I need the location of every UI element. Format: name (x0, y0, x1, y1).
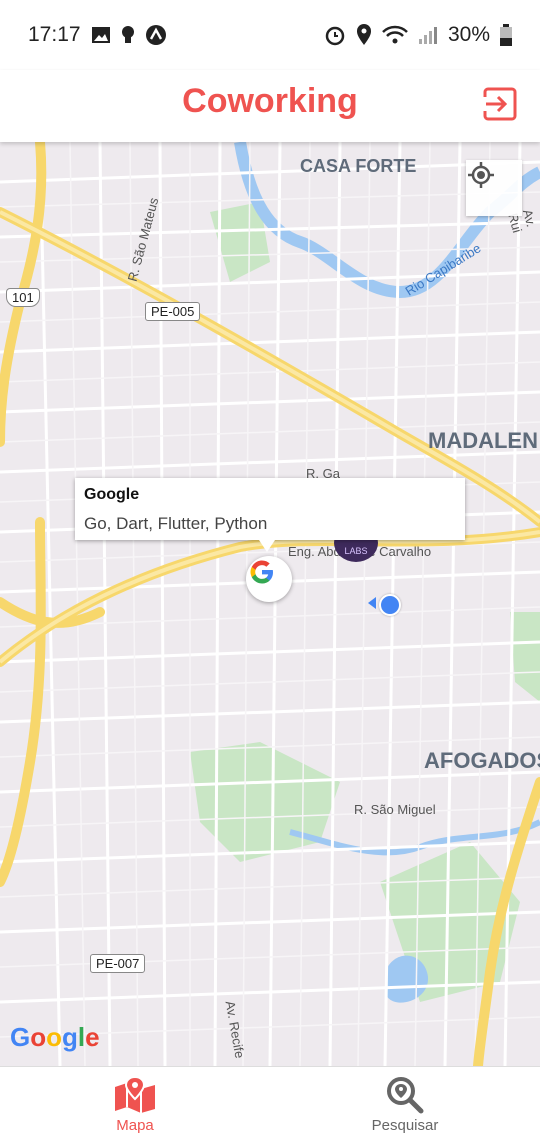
map-view[interactable]: CASA FORTE MADALEN AFOGADOS R. São Mateu… (0, 142, 540, 1066)
map-icon (115, 1075, 155, 1113)
app-title: Coworking (182, 82, 358, 120)
location-icon (356, 24, 371, 45)
status-time: 17:17 (28, 23, 81, 46)
nav-item-pesquisar[interactable]: Pesquisar (270, 1067, 540, 1140)
map-tiles (0, 142, 540, 1066)
info-window-title: Google (84, 486, 140, 503)
lightbulb-icon (121, 26, 134, 43)
battery-icon (500, 24, 512, 46)
map-label-afogados: AFOGADOS (424, 748, 540, 773)
exit-icon[interactable] (482, 86, 518, 122)
heading-indicator (368, 597, 376, 609)
search-icon (387, 1077, 424, 1114)
google-logo: Google (10, 1022, 100, 1052)
map-label-madalena: MADALEN (428, 428, 538, 453)
app-bar: Coworking (0, 70, 540, 142)
nav-label-pesquisar: Pesquisar (371, 1117, 439, 1134)
nav-label-mapa: Mapa (116, 1117, 154, 1134)
road-shield-pe005: PE-005 (145, 302, 201, 321)
status-bar: 17:17 30% (0, 0, 540, 70)
bottom-navigation: Mapa Pesquisar (0, 1066, 540, 1140)
road-shield-101: 101 (6, 288, 40, 307)
alarm-icon (325, 26, 345, 46)
road-label-sao-miguel: R. São Miguel (354, 802, 436, 817)
info-window-arrow (259, 540, 275, 552)
wifi-icon (382, 25, 408, 44)
crosshair-icon (468, 162, 494, 188)
signal-icon (418, 27, 437, 44)
battery-percent: 30% (447, 23, 490, 46)
image-icon (91, 27, 110, 43)
current-location-dot (379, 594, 401, 616)
a-icon (145, 25, 166, 45)
nav-item-mapa[interactable]: Mapa (0, 1067, 270, 1140)
my-location-button[interactable] (466, 160, 522, 216)
road-shield-pe007: PE-007 (90, 954, 146, 973)
google-g-icon (250, 560, 273, 584)
coworking-marker-google[interactable] (246, 556, 292, 602)
map-label-casa-forte: CASA FORTE (300, 156, 417, 176)
marker-info-window[interactable]: Google Go, Dart, Flutter, Python (75, 478, 465, 552)
info-window-subtitle: Go, Dart, Flutter, Python (84, 514, 268, 533)
